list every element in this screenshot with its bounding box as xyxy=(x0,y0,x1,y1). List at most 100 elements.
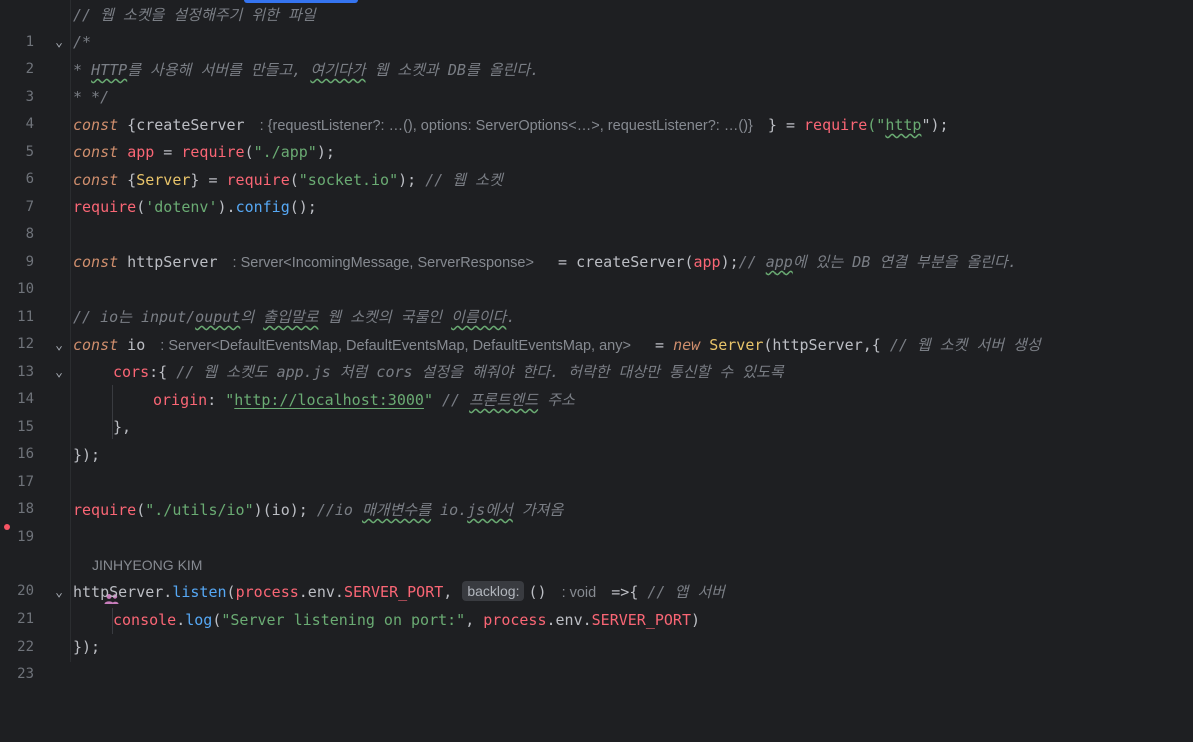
variable: app xyxy=(127,143,155,161)
string: "Server listening on port:" xyxy=(221,611,466,629)
comment: 에 있는 DB 연결 부분을 올린다. xyxy=(792,253,1017,271)
string: http xyxy=(885,116,922,134)
code-line-23[interactable]: 23 }); xyxy=(0,634,1193,682)
code-line-12[interactable]: 12 // io는 input/ouput의 출입말로 웹 소켓의 국룰인 이름… xyxy=(0,304,1193,352)
comment: 웹 소켓과 DB를 올린다. xyxy=(365,61,540,79)
breakpoint-marker[interactable] xyxy=(4,524,10,530)
code-line-21[interactable]: 21 ⌄ httpServer.listen(process.env.SERVE… xyxy=(0,579,1193,627)
code-line-14[interactable]: 14 ⌄ cors:{ // 웹 소켓도 app.js 처럼 cors 설정을 … xyxy=(0,359,1193,407)
comment: app xyxy=(765,253,793,271)
comment: 매개변수를 xyxy=(362,501,432,519)
code-text: ( xyxy=(136,198,146,216)
code-line-2[interactable]: 2 ⌄ /* xyxy=(0,29,1193,77)
line-number: 23 xyxy=(17,666,34,682)
string: (" xyxy=(867,116,886,134)
parameter-hint: backlog: xyxy=(462,581,525,601)
property-name: cors xyxy=(113,363,150,381)
comment: // xyxy=(738,253,766,271)
comment: 출입말로 xyxy=(263,308,319,326)
code-text: { xyxy=(118,171,137,189)
comment: 를 사용해 서버를 만들고, xyxy=(127,61,311,79)
fold-chevron-icon[interactable]: ⌄ xyxy=(52,579,66,606)
code-text: "); xyxy=(921,116,949,134)
code-line-7[interactable]: 7 const {Server} = require("socket.io");… xyxy=(0,167,1193,215)
code-text: , xyxy=(443,583,453,601)
keyword: const xyxy=(73,336,119,354)
code-text: ) xyxy=(691,611,701,629)
code-line-17[interactable]: 17 }); xyxy=(0,442,1193,490)
code-line-8[interactable]: 8 require('dotenv').config(); xyxy=(0,194,1193,242)
code-text: .env. xyxy=(298,583,344,601)
code-line-1[interactable]: 1 // 웹 소켓을 설정해주기 위한 파일 xyxy=(0,2,1193,50)
code-text: }); xyxy=(73,446,101,464)
fold-chevron-icon[interactable]: ⌄ xyxy=(52,359,66,386)
code-text: :{ xyxy=(149,363,177,381)
code-text: }, xyxy=(113,418,132,436)
comment: HTTP xyxy=(91,61,128,79)
code-line-19[interactable]: 19 require("./utils/io")(io); //io 매개변수를… xyxy=(0,497,1193,545)
code-text: = xyxy=(636,336,674,354)
comment: * */ xyxy=(73,88,110,106)
code-text: {createServer xyxy=(118,116,254,134)
comment: /* xyxy=(73,33,92,51)
comment: // 웹 소켓 서버 생성 xyxy=(889,336,1041,354)
variable: console xyxy=(113,611,177,629)
type-hint: : {requestListener?: …(), options: Serve… xyxy=(259,118,753,134)
url-link[interactable]: http://localhost:3000 xyxy=(234,391,424,409)
code-line-10[interactable]: 10 const httpServer : Server<IncomingMes… xyxy=(0,249,1193,297)
comment: 이름이다 xyxy=(451,308,507,326)
code-line-4[interactable]: 4 * */ xyxy=(0,84,1193,132)
string: "./app" xyxy=(253,143,317,161)
keyword: const xyxy=(73,171,119,189)
comment: // 웹 소켓 xyxy=(425,171,503,189)
code-line-15[interactable]: 15 origin: "http://localhost:3000" // 프론… xyxy=(0,387,1193,435)
code-text: .env. xyxy=(546,611,592,629)
string: "./utils/io" xyxy=(145,501,254,519)
code-line-16[interactable]: 16 }, xyxy=(0,414,1193,462)
fold-chevron-icon[interactable]: ⌄ xyxy=(52,332,66,359)
code-line-5[interactable]: 5 const {createServer : {requestListener… xyxy=(0,112,1193,160)
code-text: ). xyxy=(217,198,236,216)
code-line-18[interactable]: 18 xyxy=(0,469,1193,517)
string: 'dotenv' xyxy=(145,198,218,216)
code-text: ( xyxy=(226,583,236,601)
variable: process xyxy=(235,583,299,601)
function-name: require xyxy=(804,116,868,134)
code-text: ( xyxy=(136,501,146,519)
code-text: (httpServer,{ xyxy=(763,336,890,354)
code-text: , xyxy=(465,611,484,629)
code-line-13[interactable]: 13 ⌄ const io : Server<DefaultEventsMap,… xyxy=(0,332,1193,380)
code-line-6[interactable]: 6 const app = require("./app"); xyxy=(0,139,1193,187)
code-text: ( xyxy=(684,253,694,271)
variable: SERVER_PORT xyxy=(591,611,691,629)
code-line-22[interactable]: 22 console.log("Server listening on port… xyxy=(0,607,1193,655)
users-icon xyxy=(73,560,119,604)
class-name: Server xyxy=(709,336,764,354)
code-text: =>{ xyxy=(602,583,648,601)
code-text: createServer xyxy=(576,253,685,271)
code-line-20[interactable]: 20 xyxy=(0,524,1193,599)
code-text: ); xyxy=(398,171,426,189)
code-line-9[interactable]: 9 xyxy=(0,222,1193,270)
code-line-11[interactable]: 11 xyxy=(0,277,1193,325)
code-editor[interactable]: 1 // 웹 소켓을 설정해주기 위한 파일 2 ⌄ /* 3 * HTTP를 … xyxy=(0,0,1193,682)
code-text: )(io); xyxy=(253,501,317,519)
code-vision-author[interactable]: JINHYEONG KIM xyxy=(0,552,1193,604)
function-name: require xyxy=(73,501,137,519)
comment: 가져옴 xyxy=(512,501,564,519)
function-name: require xyxy=(181,143,245,161)
string: "socket.io" xyxy=(298,171,399,189)
code-line-3[interactable]: 3 * HTTP를 사용해 서버를 만들고, 여기다가 웹 소켓과 DB를 올린… xyxy=(0,57,1193,105)
variable: process xyxy=(483,611,547,629)
code-text: . xyxy=(176,611,186,629)
comment: // 웹 소켓을 설정해주기 위한 파일 xyxy=(73,6,316,24)
fold-chevron-icon[interactable]: ⌄ xyxy=(52,29,66,56)
variable: SERVER_PORT xyxy=(343,583,444,601)
keyword: const xyxy=(73,143,119,161)
string: " xyxy=(423,391,433,409)
comment: // io는 input/ xyxy=(73,308,196,326)
code-text: io xyxy=(118,336,155,354)
code-text: ( xyxy=(289,171,299,189)
